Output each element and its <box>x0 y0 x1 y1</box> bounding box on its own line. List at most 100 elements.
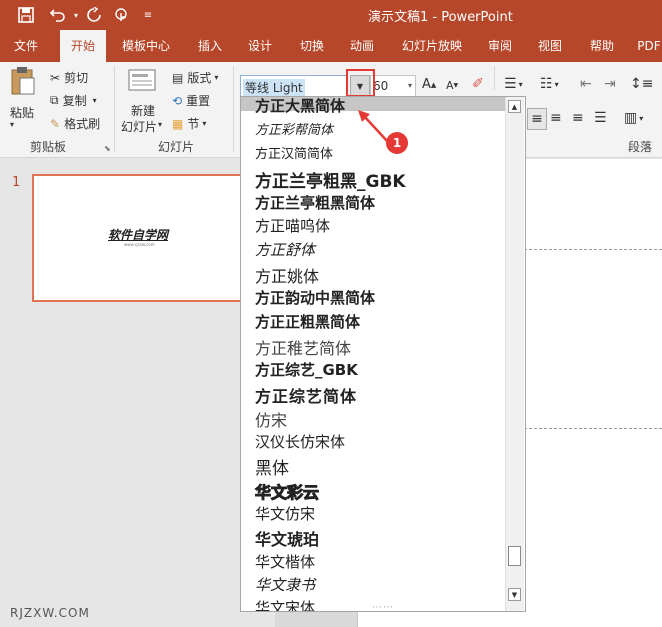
font-name-value: 等线 Light <box>243 79 305 96</box>
scroll-down-icon[interactable]: ▼ <box>508 588 521 601</box>
slide-number: 1 <box>12 175 21 190</box>
format-painter-button[interactable]: ✎ 格式刷 <box>50 115 100 132</box>
increase-indent-icon[interactable]: ⇥ <box>604 76 616 92</box>
font-option[interactable]: 华文宋体 <box>255 597 315 611</box>
font-option[interactable]: 华文彩云 <box>254 479 319 503</box>
slides-group-label: 幻灯片 <box>158 140 195 154</box>
tab-template-center[interactable]: 模板中心 <box>114 30 178 62</box>
clear-formatting-icon[interactable]: ✐ <box>472 76 484 92</box>
font-option[interactable]: 方正舒体 <box>255 239 315 260</box>
paste-label: 粘贴 <box>10 106 35 120</box>
copy-label: 复制 <box>62 94 87 108</box>
copy-icon: ⧉ <box>50 93 59 107</box>
font-option[interactable]: 汉仪长仿宋体 <box>255 431 345 452</box>
thumbnail-title: 软件自学网 <box>108 228 169 242</box>
font-size-dropdown-icon[interactable]: ▾ <box>408 81 412 90</box>
font-option[interactable]: 方正兰亭粗黑简体 <box>255 192 375 213</box>
copy-dropdown-icon[interactable]: ▾ <box>93 96 97 105</box>
font-list-dropdown: 方正大黑简体 方正彩帮简体 方正汉简简体 方正兰亭粗黑_GBK 方正兰亭粗黑简体… <box>240 96 526 612</box>
tab-slide-show[interactable]: 幻灯片放映 <box>396 30 468 62</box>
tab-file[interactable]: 文件 <box>6 30 46 62</box>
format-painter-label: 格式刷 <box>64 117 101 131</box>
watermark: RJZXW.COM <box>10 606 90 620</box>
font-option[interactable]: 华文仿宋 <box>255 503 315 524</box>
title-bar: ▾ ≡ 演示文稿1 - PowerPoint <box>0 0 662 30</box>
tab-design[interactable]: 设计 <box>240 30 280 62</box>
reset-icon: ⟲ <box>172 93 183 108</box>
font-option[interactable]: 方正稚艺简体 <box>255 335 351 359</box>
paste-dropdown-icon[interactable]: ▾ <box>10 120 14 129</box>
font-option[interactable]: 仿宋 <box>255 407 287 431</box>
new-slide-button[interactable] <box>128 68 158 94</box>
scrollbar-thumb[interactable] <box>508 546 521 566</box>
align-center-icon[interactable]: ≡ <box>550 110 562 126</box>
font-option[interactable]: 华文琥珀 <box>255 526 319 550</box>
reset-button[interactable]: ⟲ 重置 <box>172 92 210 109</box>
font-option[interactable]: 方正韵动中黑简体 <box>255 287 375 308</box>
line-spacing-icon[interactable]: ↕≡ <box>630 76 653 92</box>
increase-font-size-button[interactable]: A ▲ <box>422 77 436 92</box>
highlight-box <box>346 69 375 97</box>
section-icon: ▦ <box>172 116 184 131</box>
tab-pdf[interactable]: PDF <box>634 30 662 62</box>
font-option[interactable]: 黑体 <box>255 454 289 479</box>
layout-button[interactable]: ▤ 版式 ▾ <box>172 69 218 86</box>
ribbon-separator <box>114 66 115 152</box>
align-right-icon[interactable]: ≡ <box>572 110 584 126</box>
numbering-icon[interactable]: ☷ ▾ <box>540 76 559 92</box>
section-button[interactable]: ▦ 节 ▾ <box>172 115 206 132</box>
cut-button[interactable]: ✂ 剪切 <box>50 69 88 86</box>
align-left-icon[interactable]: ≡ <box>527 108 547 130</box>
step-badge: 1 <box>386 132 408 154</box>
font-option[interactable]: 华文楷体 <box>255 551 315 572</box>
columns-icon[interactable]: ▥ ▾ <box>624 110 643 126</box>
tab-insert[interactable]: 插入 <box>190 30 230 62</box>
tab-transitions[interactable]: 切换 <box>292 30 332 62</box>
section-dropdown-icon: ▾ <box>202 119 207 128</box>
dialog-launcher-icon[interactable]: ⬊ <box>104 144 111 153</box>
scissors-icon: ✂ <box>50 70 61 85</box>
font-size-combobox[interactable]: 60 ▾ <box>370 75 416 97</box>
font-option[interactable]: 方正姚体 <box>255 263 319 287</box>
font-option[interactable]: 方正大黑简体 <box>255 97 345 116</box>
bullets-icon[interactable]: ☰ ▾ <box>504 76 523 92</box>
tab-review[interactable]: 审阅 <box>480 30 520 62</box>
paste-button[interactable] <box>8 66 38 106</box>
tab-view[interactable]: 视图 <box>530 30 570 62</box>
decrease-font-size-button[interactable]: A ▼ <box>446 79 458 92</box>
tab-help[interactable]: 帮助 <box>582 30 622 62</box>
scroll-up-icon[interactable]: ▲ <box>508 100 521 113</box>
font-name-combobox[interactable]: 等线 Light <box>240 75 348 97</box>
new-slide-dropdown-icon[interactable]: ▾ <box>158 120 162 129</box>
font-option[interactable]: 方正兰亭粗黑_GBK <box>255 167 406 192</box>
font-option[interactable]: 方正喵呜体 <box>255 215 330 236</box>
tab-animations[interactable]: 动画 <box>342 30 382 62</box>
save-icon[interactable] <box>14 0 38 30</box>
font-option[interactable]: 方正彩帮简体 <box>255 119 333 138</box>
layout-label: 版式 <box>187 71 212 85</box>
font-option[interactable]: 方正综艺简体 <box>255 383 357 407</box>
touch-mode-icon[interactable] <box>110 0 134 30</box>
ribbon-separator <box>494 66 495 90</box>
copy-button[interactable]: ⧉ 复制 ▾ <box>50 92 97 109</box>
undo-icon[interactable] <box>46 0 70 30</box>
layout-dropdown-icon: ▾ <box>214 73 219 82</box>
font-option[interactable]: 方正正粗黑简体 <box>255 311 360 332</box>
ribbon-tabs: 文件 开始 模板中心 插入 设计 切换 动画 幻灯片放映 审阅 视图 帮助 PD… <box>0 30 662 62</box>
font-option[interactable]: 方正综艺_GBK <box>255 359 358 380</box>
resize-grip-icon[interactable]: ⋯⋯ <box>372 602 394 613</box>
thumbnail-subtitle: www.rjzxw.com <box>124 242 155 247</box>
undo-dropdown-icon[interactable]: ▾ <box>70 0 82 30</box>
justify-icon[interactable]: ☰ <box>594 110 607 126</box>
redo-icon[interactable] <box>82 0 106 30</box>
title-placeholder-border <box>524 249 662 250</box>
font-size-value: 60 <box>373 79 389 93</box>
font-option[interactable]: 方正汉简简体 <box>255 143 333 162</box>
new-slide-label-2: 幻灯片 <box>121 120 158 134</box>
tab-home[interactable]: 开始 <box>60 30 106 62</box>
section-label: 节 <box>187 117 200 131</box>
font-option[interactable]: 华文隶书 <box>255 574 315 595</box>
customize-icon[interactable]: ≡ <box>140 0 156 30</box>
decrease-indent-icon[interactable]: ⇤ <box>580 76 592 92</box>
font-list-scrollbar[interactable] <box>505 97 524 611</box>
